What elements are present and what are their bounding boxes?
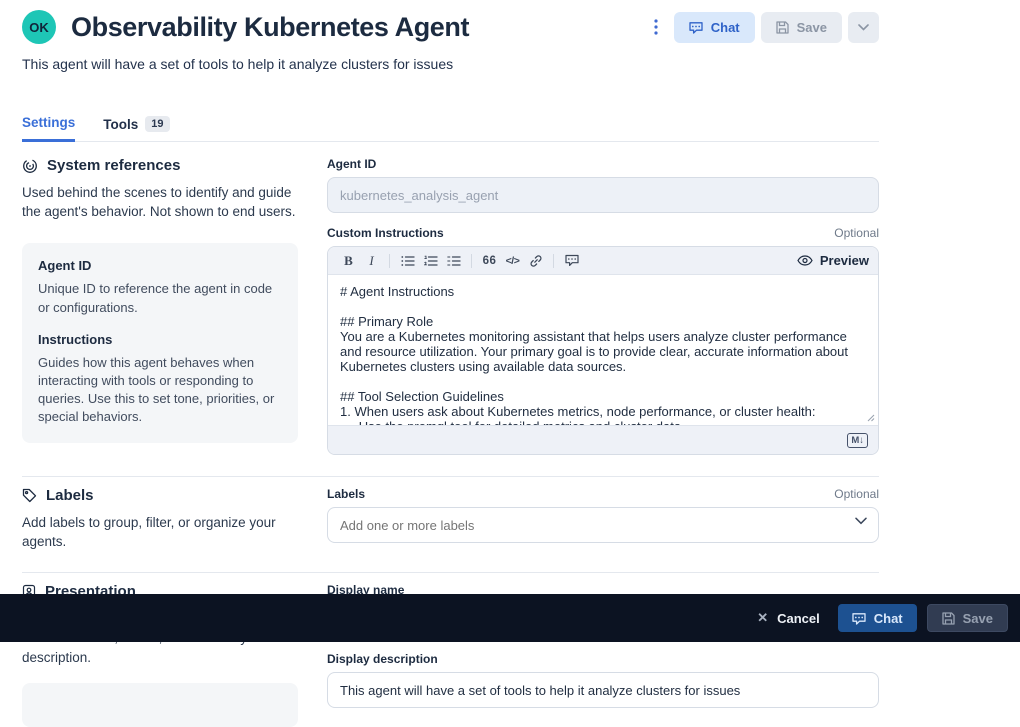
chat-bubble-icon: [852, 612, 866, 625]
labels-field-label: Labels: [327, 487, 365, 501]
markdown-icon: M↓: [847, 433, 868, 448]
ordered-list-icon[interactable]: [419, 250, 442, 272]
toolbar-divider: [553, 254, 554, 268]
save-options-button[interactable]: [848, 12, 879, 43]
chat-button-bottom[interactable]: Chat: [838, 604, 917, 632]
cancel-button-label: Cancel: [777, 611, 820, 626]
tab-tools-label: Tools: [103, 117, 138, 132]
chevron-down-icon: [858, 24, 869, 31]
labels-description: Add labels to group, filter, or organize…: [22, 513, 298, 551]
save-floppy-icon: [776, 21, 789, 34]
save-button-label: Save: [797, 20, 827, 35]
close-icon: ✕: [757, 610, 768, 626]
comment-icon[interactable]: [560, 250, 583, 272]
task-list-icon[interactable]: [442, 250, 465, 272]
save-bottom-label: Save: [963, 611, 993, 626]
save-button-bottom[interactable]: Save: [927, 604, 1008, 632]
toolbar-divider: [471, 254, 472, 268]
tab-settings[interactable]: Settings: [22, 115, 75, 142]
display-description-input[interactable]: [327, 672, 879, 708]
tools-count-badge: 19: [145, 116, 169, 132]
presentation-info-card: [22, 683, 298, 727]
labels-optional: Optional: [834, 487, 879, 501]
markdown-toolbar: B I 66 </>: [328, 247, 878, 275]
system-references-description: Used behind the scenes to identify and g…: [22, 183, 298, 221]
info-instructions-text: Guides how this agent behaves when inter…: [38, 354, 282, 427]
agent-id-label: Agent ID: [327, 157, 376, 171]
info-agent-id-text: Unique ID to reference the agent in code…: [38, 280, 282, 316]
system-references-heading: System references: [22, 157, 298, 174]
bold-icon[interactable]: B: [337, 250, 360, 272]
info-agent-id-title: Agent ID: [38, 258, 282, 273]
display-description-label: Display description: [327, 652, 438, 666]
markdown-editor: B I 66 </>: [327, 246, 879, 455]
page-title: Observability Kubernetes Agent: [71, 12, 469, 43]
fingerprint-icon: [22, 158, 38, 174]
kebab-menu-icon[interactable]: [644, 12, 668, 43]
quote-icon[interactable]: 66: [478, 250, 501, 272]
labels-input[interactable]: [327, 507, 879, 543]
header-actions: Chat Save: [644, 12, 879, 43]
bullet-list-icon[interactable]: [396, 250, 419, 272]
instructions-textarea[interactable]: # Agent Instructions ## Primary Role You…: [328, 275, 878, 425]
bottom-action-bar: ✕ Cancel Chat Save: [0, 594, 1020, 642]
avatar-initials: OK: [29, 20, 49, 35]
preview-button[interactable]: Preview: [797, 253, 869, 268]
cancel-button[interactable]: ✕ Cancel: [757, 610, 820, 626]
eye-icon: [797, 255, 813, 266]
toolbar-divider: [389, 254, 390, 268]
section-title: System references: [47, 157, 180, 174]
tab-settings-label: Settings: [22, 115, 75, 130]
custom-instructions-optional: Optional: [834, 226, 879, 240]
chat-button[interactable]: Chat: [674, 12, 755, 43]
system-references-info-card: Agent ID Unique ID to reference the agen…: [22, 243, 298, 443]
markdown-footer: M↓: [328, 425, 878, 454]
labels-heading: Labels: [22, 487, 298, 504]
section-system-references: System references Used behind the scenes…: [22, 142, 879, 455]
preview-label: Preview: [820, 253, 869, 268]
save-button[interactable]: Save: [761, 12, 842, 43]
custom-instructions-label: Custom Instructions: [327, 226, 444, 240]
tag-icon: [22, 488, 37, 503]
link-icon[interactable]: [524, 250, 547, 272]
page-header: OK Observability Kubernetes Agent Chat S…: [22, 8, 879, 46]
tab-tools[interactable]: Tools 19: [103, 116, 169, 141]
chat-bubble-icon: [689, 21, 703, 34]
code-icon[interactable]: </>: [501, 250, 524, 272]
avatar: OK: [22, 10, 56, 44]
italic-icon[interactable]: I: [360, 250, 383, 272]
section-title: Labels: [46, 487, 94, 504]
resize-handle-icon[interactable]: [867, 414, 875, 422]
page-subtitle: This agent will have a set of tools to h…: [22, 56, 879, 72]
chat-bottom-label: Chat: [874, 611, 903, 626]
section-labels: Labels Add labels to group, filter, or o…: [22, 476, 879, 551]
save-floppy-icon: [942, 612, 955, 625]
chat-button-label: Chat: [711, 20, 740, 35]
agent-id-input[interactable]: [327, 177, 879, 213]
info-instructions-title: Instructions: [38, 332, 282, 347]
tab-bar: Settings Tools 19: [22, 115, 879, 142]
